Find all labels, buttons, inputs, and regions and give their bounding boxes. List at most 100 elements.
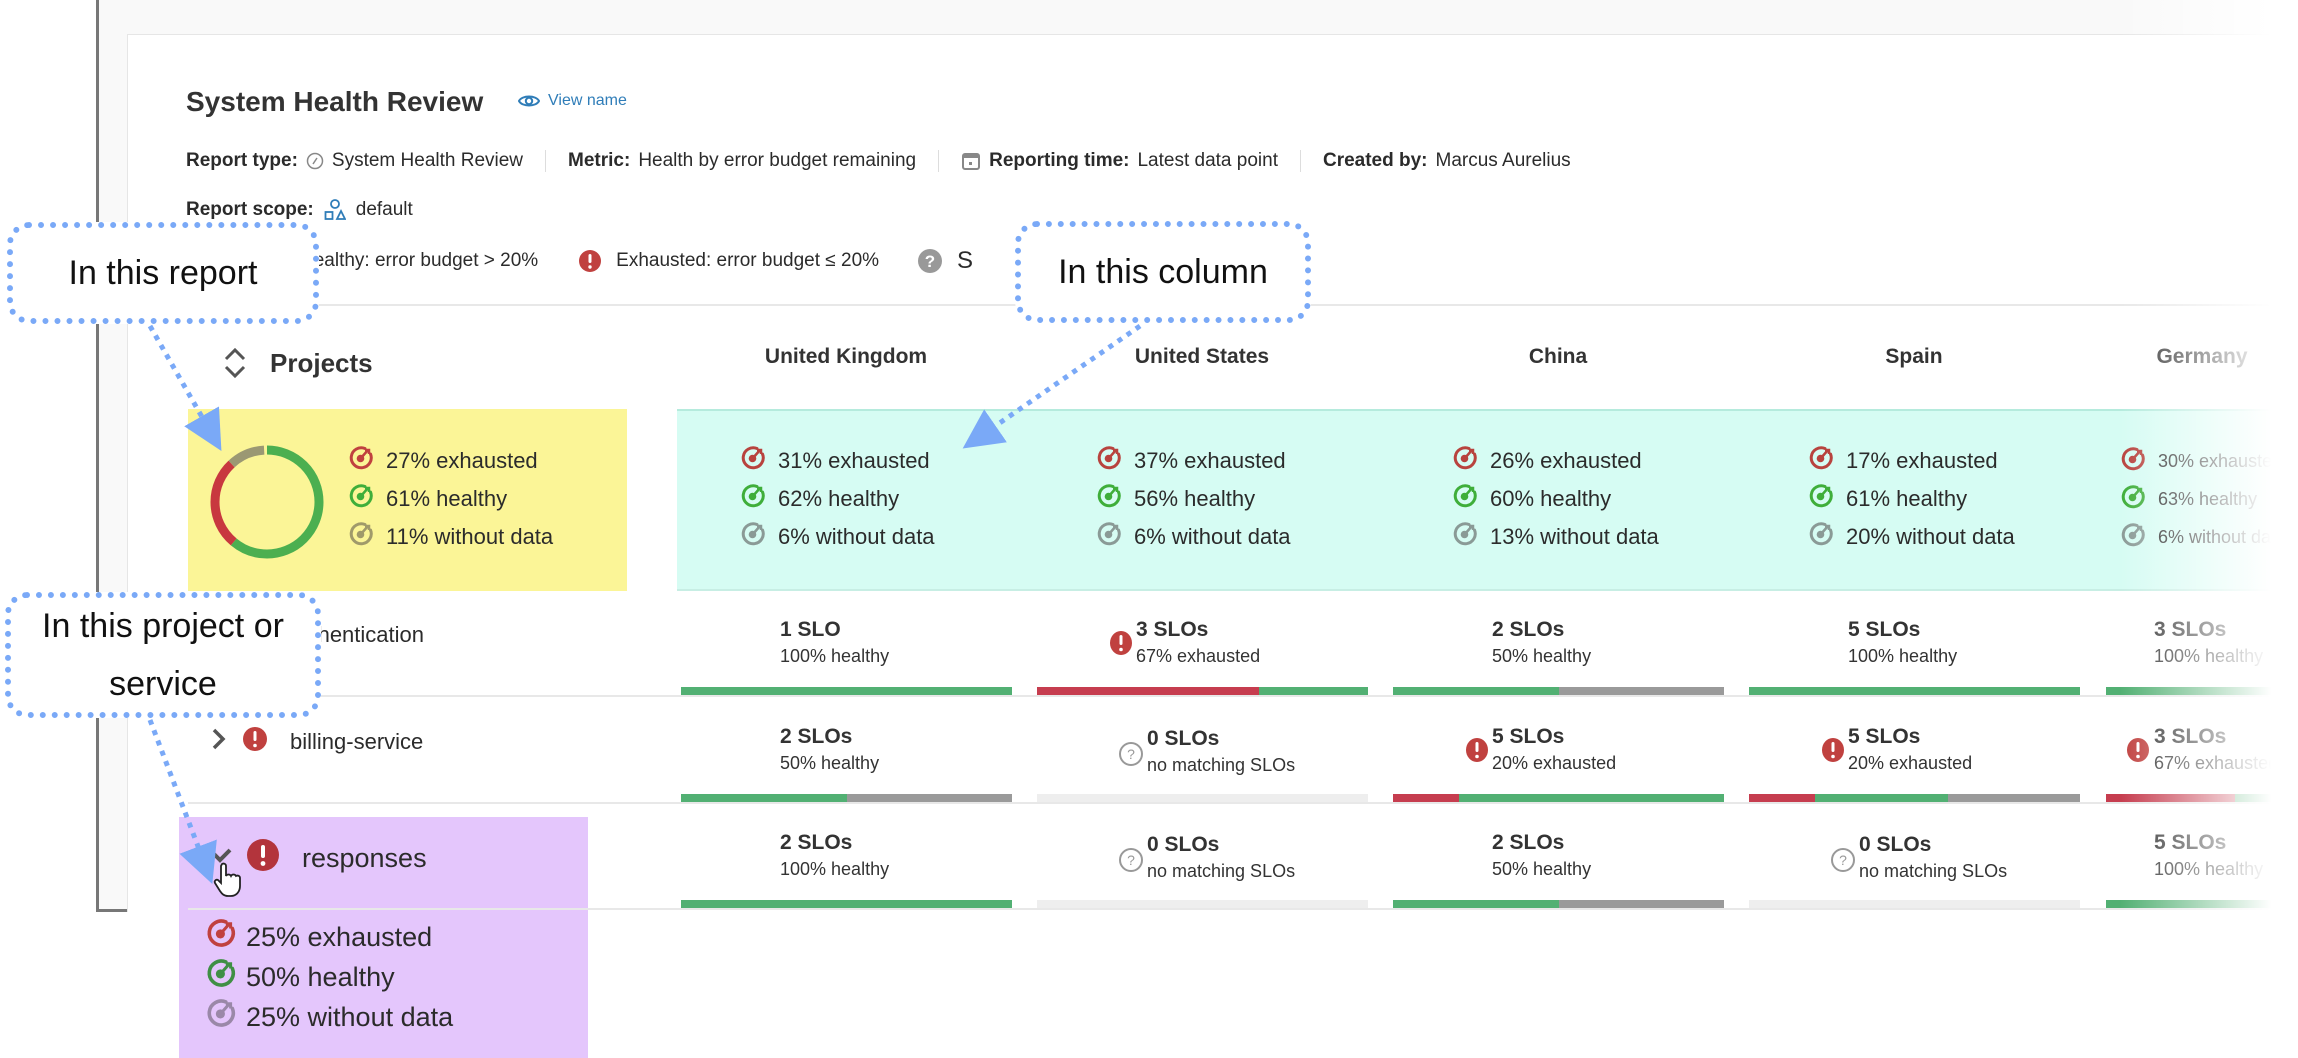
metric-healthy: 56% healthy [1096,480,1255,518]
progress-bar [1749,794,2080,802]
metric-exhausted: 17% exhausted [1808,442,1998,480]
metric-exhausted: 27% exhausted [348,442,538,480]
slo-cell[interactable]: 3 SLOs 67% exhausted [1136,618,1260,667]
metric-text: 25% exhausted [246,921,433,952]
slo-cell[interactable]: 5 SLOs 20% exhausted [1848,725,1972,774]
metric-text: 61% healthy [386,486,508,511]
slo-cell[interactable]: 1 SLO 100% healthy [780,618,889,667]
metric-healthy: 61% healthy [1808,480,1967,518]
view-name-link[interactable]: View name [518,92,627,110]
row-responses[interactable]: responses [246,838,427,879]
slo-status: 20% exhausted [1492,753,1617,773]
question-icon: ? [1118,741,1144,772]
meta-metric: Metric: Health by error budget remaining [545,150,938,172]
slo-count: 1 SLO [780,618,841,641]
bar-segment-red [1393,794,1460,802]
metric-text: 61% healthy [1846,486,1968,511]
report-type-icon [306,152,324,170]
sort-icon [224,347,246,379]
slo-status: no matching SLOs [1859,861,2008,881]
slo-count: 5 SLOs [1848,725,1921,748]
bar-segment-green [1749,687,2080,695]
exhausted-icon [1452,445,1478,477]
report-meta: Report type: System Health Review Metric… [186,150,1593,172]
slo-cell[interactable]: 0 SLOs no matching SLOs [1859,833,2007,882]
slo-status: 50% healthy [1492,859,1592,879]
page-title: System Health Review [186,86,484,117]
bar-segment-green [1258,687,1368,695]
slo-cell[interactable]: 2 SLOs 50% healthy [1492,618,1591,667]
progress-bar [1749,900,2080,908]
column-header[interactable]: United States [1024,345,1380,369]
slo-cell[interactable]: 2 SLOs 100% healthy [780,831,889,880]
legend: Healthy: error budget > 20% Exhausted: e… [300,247,973,275]
chevron-right-icon[interactable] [210,726,228,758]
meta-label: Metric: [568,150,631,171]
metric-exhausted: 31% exhausted [740,442,930,480]
bar-segment-green [681,794,847,802]
healthy-icon [348,483,374,515]
question-icon: ? [1118,847,1144,878]
metric-text: 60% healthy [1490,486,1612,511]
healthy-icon [1808,483,1834,515]
hand-cursor-icon [213,862,241,897]
slo-cell[interactable]: 0 SLOs no matching SLOs [1147,727,1295,776]
callout-project: In this project or service [5,592,321,718]
error-icon [1109,630,1133,661]
calendar-icon [962,153,981,170]
slo-cell[interactable]: 0 SLOs no matching SLOs [1147,833,1295,882]
metric-text: 50% healthy [246,961,395,992]
bar-segment-green [1393,900,1559,908]
row-divider [188,802,2298,804]
row-label: billing-service [290,729,424,754]
slo-count: 5 SLOs [1492,725,1565,748]
metric-nodata: 25% without data [207,998,453,1036]
row-label: responses [302,843,427,873]
slo-cell[interactable]: 2 SLOs 50% healthy [1492,831,1591,880]
slo-count: 2 SLOs [1492,831,1565,854]
meta-value: Health by error budget remaining [638,150,917,171]
projects-header[interactable]: Projects [222,345,373,381]
view-name-label: View name [548,92,627,109]
metric-exhausted: 26% exhausted [1452,442,1642,480]
question-icon: ? [918,249,943,273]
slo-status: no matching SLOs [1147,861,1296,881]
slo-cell[interactable]: 5 SLOs 100% healthy [1848,618,1957,667]
progress-bar [1393,794,1724,802]
column-header[interactable]: Spain [1736,345,2092,369]
exhausted-icon [1808,445,1834,477]
bar-segment-green [1815,794,1948,802]
metric-text: 11% without data [386,524,554,549]
column-header[interactable]: United Kingdom [668,345,1024,369]
error-icon [1465,737,1489,768]
meta-label: Reporting time: [989,150,1130,171]
metric-exhausted: 25% exhausted [207,918,433,956]
meta-report-type: Report type: System Health Review [186,150,545,172]
meta-reporting-time: Reporting time: Latest data point [938,150,1300,172]
legend-healthy: Healthy: error budget > 20% [300,250,539,271]
metric-nodata: 13% without data [1452,518,1659,556]
slo-count: 5 SLOs [1848,618,1921,641]
scope-value[interactable]: default [356,199,413,221]
metric-nodata: 11% without data [348,518,553,556]
exhausted-icon [1096,445,1122,477]
bar-segment-gray [1947,794,2080,802]
slo-count: 2 SLOs [1492,618,1565,641]
bar-segment-red [1037,687,1259,695]
metric-text: 27% exhausted [386,448,538,473]
bar-segment-green [1393,687,1559,695]
slo-count: 0 SLOs [1147,727,1220,750]
slo-status: 50% healthy [780,753,880,773]
svg-text:?: ? [1127,852,1135,868]
report-scope: Report scope: default [186,199,413,221]
column-header[interactable]: China [1380,345,1736,369]
row-billing-service[interactable]: billing-service [210,726,423,758]
slo-count: 2 SLOs [780,831,853,854]
metric-nodata: 6% without data [740,518,935,556]
legend-nodata: S [957,247,974,274]
slo-cell[interactable]: 2 SLOs 50% healthy [780,725,879,774]
slo-status: 50% healthy [1492,646,1592,666]
slo-cell[interactable]: 5 SLOs 20% exhausted [1492,725,1616,774]
progress-bar [681,900,1012,908]
metric-text: 62% healthy [778,486,900,511]
